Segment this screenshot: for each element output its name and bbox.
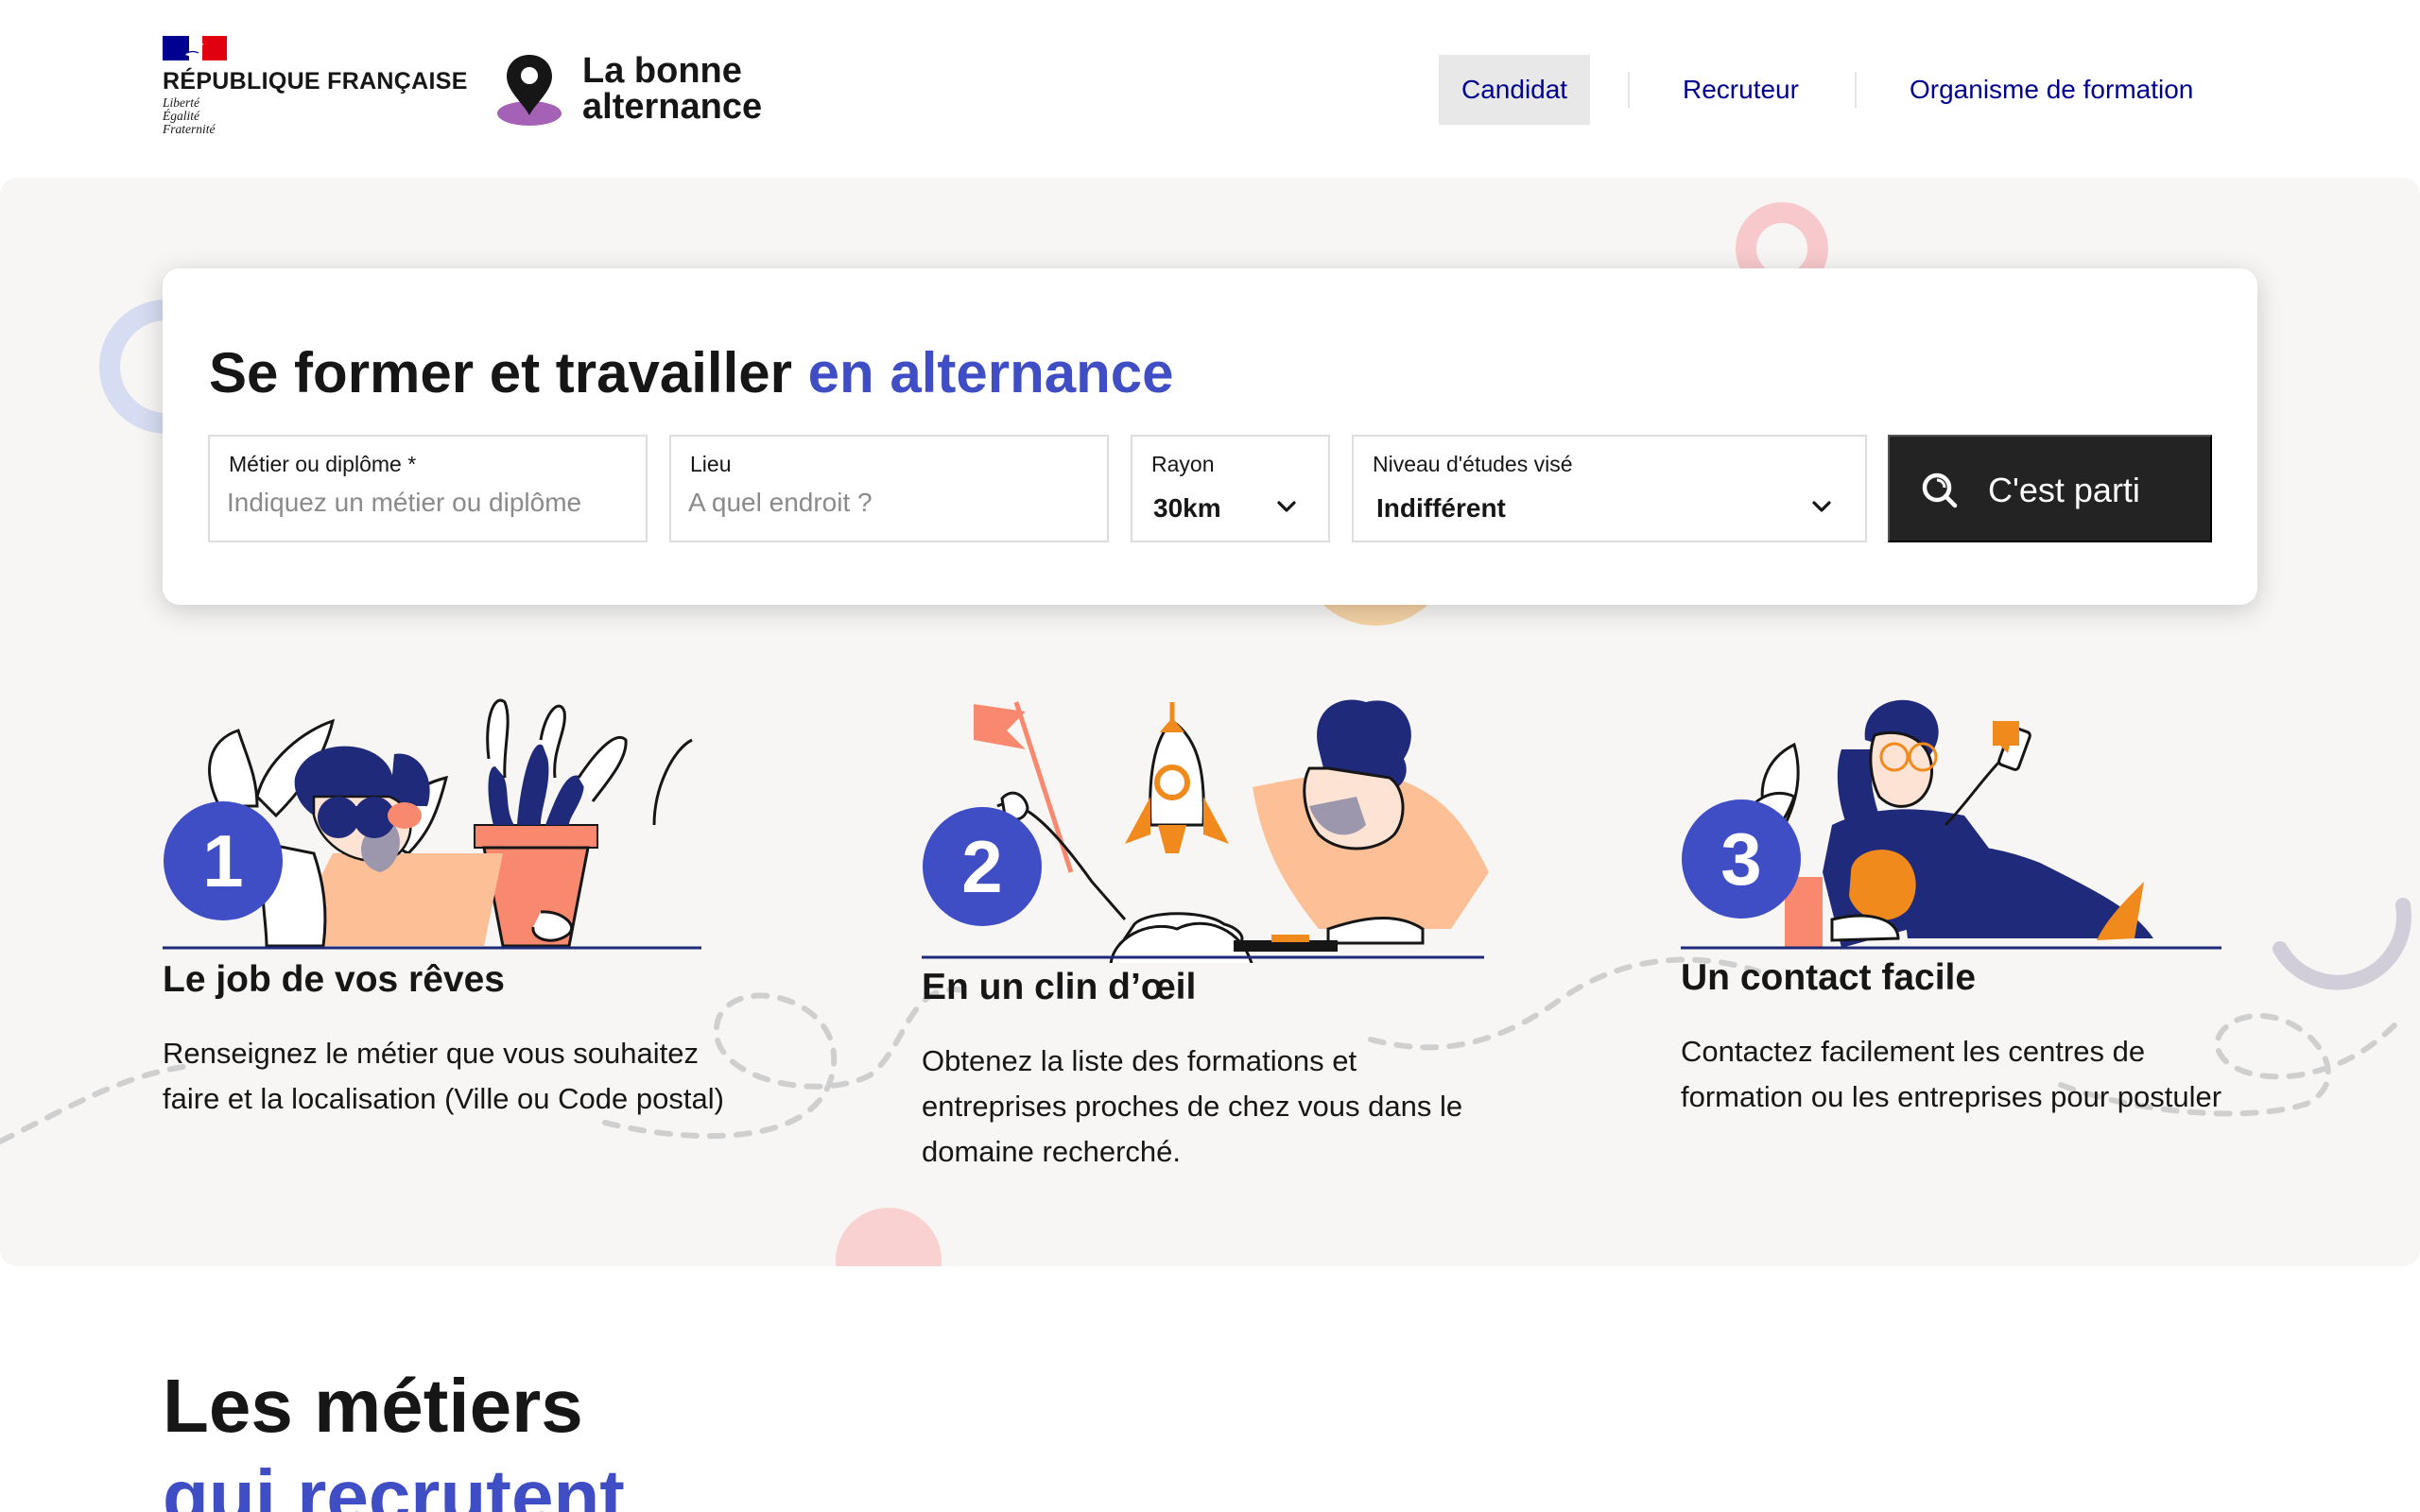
motto-fraternite: Fraternité (163, 122, 216, 136)
hero-section: Se former et travailler en alternance Mé… (0, 178, 2420, 1266)
lieu-input[interactable] (688, 488, 1090, 518)
republique-francaise-logo[interactable]: RÉPUBLIQUE FRANÇAISE Liberté Égalité Fra… (163, 36, 467, 146)
step-2-number: 2 (961, 825, 1003, 908)
la-bonne-alternance-logo[interactable]: La bonne alternance (495, 51, 798, 130)
metiers-subtitle: qui recrutent (163, 1454, 625, 1512)
step-3: 3 Un contact facile Contactez facilement… (1681, 693, 2267, 1266)
republique-motto: Liberté Égalité Fraternité (163, 96, 276, 136)
motto-egalite: Égalité (163, 109, 199, 123)
republique-francaise-name: RÉPUBLIQUE FRANÇAISE (163, 68, 468, 94)
metier-field[interactable]: Métier ou diplôme * (208, 435, 648, 542)
brand-line-2: alternance (582, 87, 763, 127)
search-title-main: Se former et travailler (209, 341, 792, 404)
niveau-label: Niveau d'études visé (1373, 452, 1573, 476)
chevron-down-icon (1276, 499, 1297, 514)
rayon-value: 30km (1153, 493, 1221, 523)
search-title-accent: en alternance (807, 341, 1174, 404)
search-title: Se former et travailler en alternance (209, 340, 1173, 406)
search-icon (1920, 471, 1960, 510)
search-submit-label: C'est parti (1988, 471, 2140, 509)
niveau-value: Indifférent (1376, 493, 1506, 523)
motto-liberte: Liberté (163, 95, 199, 110)
niveau-select[interactable]: Niveau d'études visé Indifférent (1352, 435, 1867, 542)
step-3-description: Contactez facilement les centres de form… (1681, 1035, 2222, 1113)
step-3-title: Un contact facile (1681, 957, 1977, 998)
step-2: 2 En un clin d’œil Obtenez la liste des … (922, 693, 1527, 1266)
step-2-description: Obtenez la liste des formations et entre… (922, 1044, 1463, 1168)
rayon-label: Rayon (1151, 452, 1215, 476)
step-1-description: Renseignez le métier que vous souhaitez … (163, 1037, 724, 1115)
lieu-label: Lieu (690, 452, 732, 476)
location-pin-icon (495, 51, 563, 127)
lieu-field[interactable]: Lieu (669, 435, 1109, 542)
step-3-number: 3 (1720, 817, 1762, 901)
search-card: Se former et travailler en alternance Mé… (163, 268, 2257, 605)
brand-name: La bonne alternance (582, 53, 762, 125)
step-1: 1 Le job de vos rêves Renseignez le méti… (163, 693, 768, 1266)
brand-line-1: La bonne (582, 51, 742, 91)
metier-input[interactable] (227, 488, 629, 518)
chevron-down-icon (1811, 499, 1832, 514)
metiers-title: Les métiers (163, 1364, 583, 1448)
step-1-title: Le job de vos rêves (163, 959, 505, 1000)
nav-separator (1855, 72, 1857, 108)
metier-label: Métier ou diplôme * (229, 452, 417, 476)
nav-separator (1628, 72, 1630, 108)
rayon-select[interactable]: Rayon 30km (1131, 435, 1330, 542)
step-2-title: En un clin d’œil (922, 967, 1197, 1007)
nav-organisme-de-formation[interactable]: Organisme de formation (1887, 55, 2216, 125)
search-submit-button[interactable]: C'est parti (1888, 435, 2212, 542)
nav-candidat[interactable]: Candidat (1439, 55, 1591, 125)
site-header: RÉPUBLIQUE FRANÇAISE Liberté Égalité Fra… (0, 0, 2420, 178)
marianne-flag-icon (163, 36, 227, 60)
step-1-number: 1 (202, 819, 244, 902)
nav-recruteur[interactable]: Recruteur (1660, 55, 1822, 125)
